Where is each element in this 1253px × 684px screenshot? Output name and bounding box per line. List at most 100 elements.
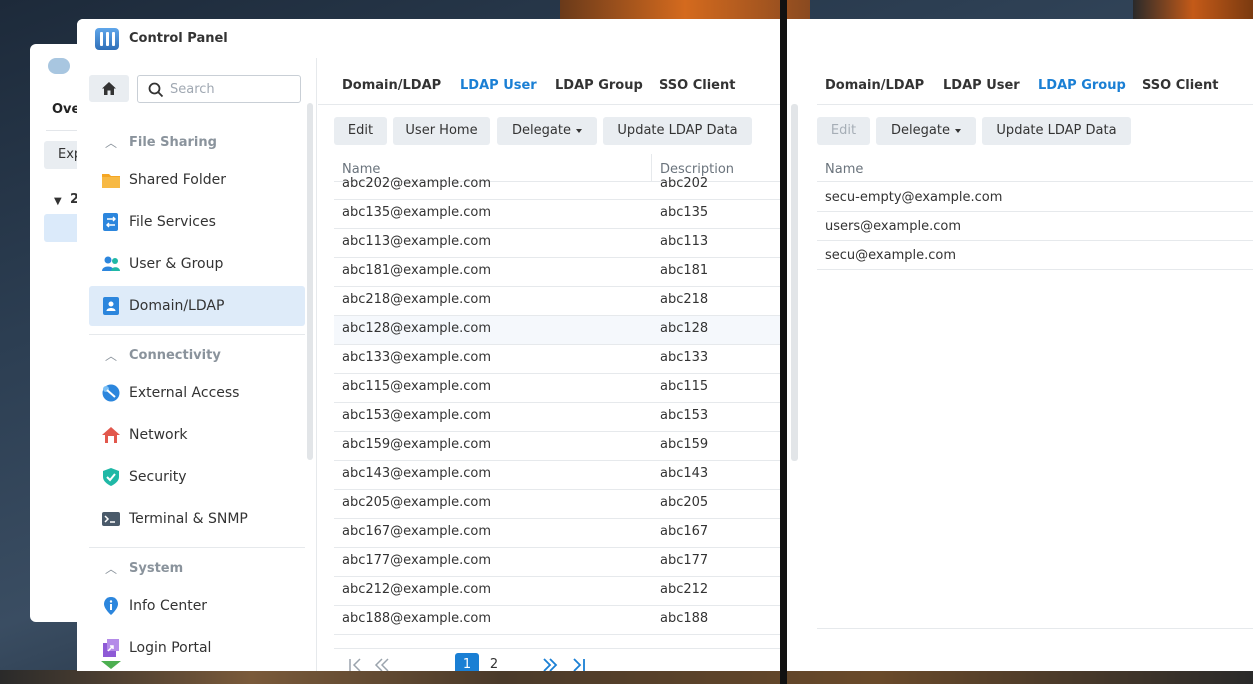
table-row[interactable]: abc188@example.com abc188 [334,606,780,635]
chevron-up-icon: ︿ [105,562,118,576]
cell-description: abc128 [660,321,709,336]
section-label: File Sharing [129,135,217,150]
tab-ldap-user[interactable]: LDAP User [460,78,537,93]
sidebar-item-login-portal[interactable]: Login Portal [89,628,305,668]
file-services-icon [103,213,118,231]
table-row[interactable]: abc181@example.com abc181 [334,258,780,287]
toolbar: Edit User Home Delegate Update LDAP Data [318,117,780,145]
search-field[interactable] [137,75,301,103]
title-bar[interactable] [787,19,1253,58]
table-row[interactable]: abc113@example.com abc113 [334,229,780,258]
table-row[interactable]: abc202@example.com abc202 [334,171,780,200]
ldap-user-pane: Domain/LDAP LDAP User LDAP Group SSO Cli… [318,58,797,671]
home-button[interactable] [89,75,129,102]
sidebar-item-shared-folder[interactable]: Shared Folder [89,160,305,200]
content-scrollbar[interactable] [791,104,798,461]
delegate-label: Delegate [512,123,571,138]
pagination: 1 2 [334,648,780,671]
delegate-label: Delegate [891,123,950,138]
delegate-button[interactable]: Delegate [497,117,597,145]
cell-name: abc128@example.com [342,321,492,336]
cell-description: abc113 [660,234,709,249]
table-row[interactable]: abc212@example.com abc212 [334,577,780,606]
sidebar-item-user-group[interactable]: User & Group [89,244,305,284]
page-number[interactable]: 2 [482,653,506,671]
cell-description: abc202 [660,176,709,191]
page-number-current[interactable]: 1 [455,653,479,671]
caret-down-icon[interactable]: ▼ [54,196,62,207]
cell-description: abc188 [660,611,709,626]
table-row[interactable]: users@example.com [817,212,1253,241]
domain-ldap-icon [103,297,119,315]
sidebar-item-file-services[interactable]: File Services [89,202,305,242]
sidebar-item-terminal-snmp[interactable]: Terminal & SNMP [89,499,305,539]
user-home-button[interactable]: User Home [393,117,490,145]
table-row[interactable]: abc128@example.com abc128 [334,316,780,345]
cell-description: abc218 [660,292,709,307]
tab-sso-client[interactable]: SSO Client [659,78,735,93]
tab-ldap-group[interactable]: LDAP Group [1038,78,1126,93]
cell-name: users@example.com [825,219,961,234]
search-input[interactable] [170,80,290,98]
table-row[interactable]: secu@example.com [817,241,1253,270]
table-row[interactable]: abc135@example.com abc135 [334,200,780,229]
section-label: System [129,561,184,576]
update-ldap-data-button[interactable]: Update LDAP Data [603,117,752,145]
first-page-icon[interactable] [348,658,362,671]
tab-domain-ldap[interactable]: Domain/LDAP [825,78,924,93]
tab-ldap-user[interactable]: LDAP User [943,78,1020,93]
table-row[interactable]: abc205@example.com abc205 [334,490,780,519]
tab-ldap-group[interactable]: LDAP Group [555,78,643,93]
last-page-icon[interactable] [572,658,586,671]
update-ldap-data-button[interactable]: Update LDAP Data [982,117,1131,145]
sidebar-item-domain-ldap[interactable]: Domain/LDAP [89,286,305,326]
cell-name: abc202@example.com [342,176,492,191]
cell-description: abc135 [660,205,709,220]
cell-description: abc143 [660,466,709,481]
table-row[interactable]: abc177@example.com abc177 [334,548,780,577]
sidebar-scrollbar[interactable] [307,103,313,460]
table-row[interactable]: abc143@example.com abc143 [334,461,780,490]
table-row[interactable]: abc115@example.com abc115 [334,374,780,403]
tab-domain-ldap[interactable]: Domain/LDAP [342,78,441,93]
sidebar-item-info-center[interactable]: Info Center [89,586,305,626]
split-divider [780,0,787,684]
tab-sso-client[interactable]: SSO Client [1142,78,1218,93]
cell-name: abc167@example.com [342,524,492,539]
cell-description: abc153 [660,408,709,423]
table-row[interactable]: abc153@example.com abc153 [334,403,780,432]
sidebar-item-external-access[interactable]: External Access [89,373,305,413]
sidebar-item-network[interactable]: Network [89,415,305,455]
edit-button[interactable]: Edit [334,117,387,145]
sidebar-item-label: User & Group [129,256,224,272]
info-icon [104,597,118,615]
table-row[interactable]: abc167@example.com abc167 [334,519,780,548]
cell-description: abc205 [660,495,709,510]
chevron-up-icon: ︿ [105,349,118,363]
sidebar-item-label: Network [129,427,188,443]
sidebar-item-security[interactable]: Security [89,457,305,497]
cell-description: abc181 [660,263,709,278]
next-page-icon[interactable] [542,658,558,671]
folder-icon [102,174,120,188]
table-body: abc202@example.com abc202 abc135@example.c… [334,154,780,644]
previous-page-icon[interactable] [374,658,390,671]
cell-name: abc153@example.com [342,408,492,423]
sidebar-item-label: Security [129,469,187,485]
table-row[interactable]: abc218@example.com abc218 [334,287,780,316]
edit-button[interactable]: Edit [817,117,870,145]
table-row[interactable]: abc133@example.com abc133 [334,345,780,374]
cell-description: abc133 [660,350,709,365]
tab-bar: Domain/LDAP LDAP User LDAP Group SSO Cli… [318,58,780,105]
delegate-button[interactable]: Delegate [876,117,976,145]
table-row[interactable]: abc159@example.com abc159 [334,432,780,461]
ldap-group-pane: Domain/LDAP LDAP User LDAP Group SSO Cli… [801,58,1253,671]
external-access-icon [102,384,120,402]
table-row[interactable]: secu-empty@example.com [817,183,1253,212]
control-panel-window: Control Panel ︿ File Sharing Shared Fold… [77,19,1253,671]
divider [817,628,1253,629]
caret-down-icon [575,128,582,133]
divider [89,334,305,335]
sidebar-item-label: Info Center [129,598,208,614]
window-title: Control Panel [129,31,228,46]
